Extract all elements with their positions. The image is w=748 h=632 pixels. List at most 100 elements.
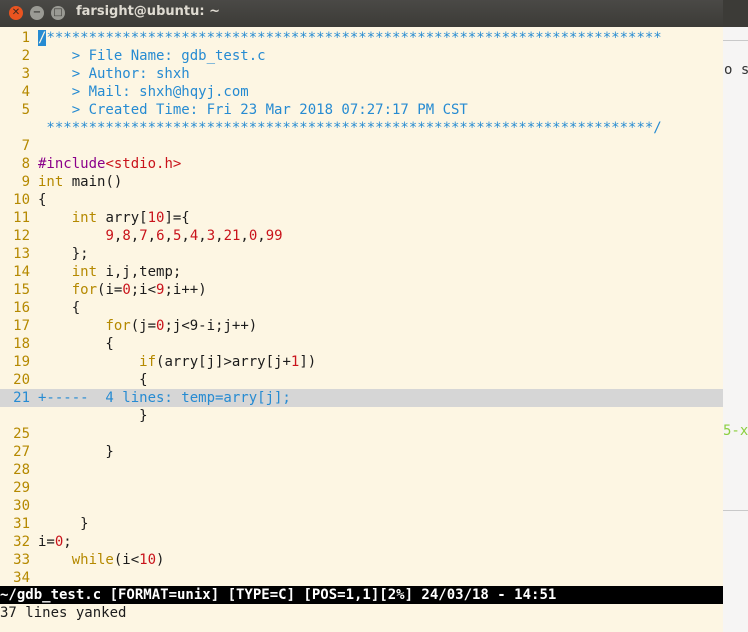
code-token: ;j<9-i;j++)	[164, 318, 258, 334]
code-line[interactable]: 5 > Created Time: Fri 23 Mar 2018 07:27:…	[0, 101, 723, 119]
code-token: 8	[122, 228, 131, 244]
line-code: /***************************************…	[38, 30, 662, 46]
code-token: int	[71, 264, 98, 280]
line-code: };	[38, 246, 89, 262]
code-line[interactable]: 2 > File Name: gdb_test.c	[0, 47, 723, 65]
code-line[interactable]: 33 while(i<10)	[0, 551, 723, 569]
code-line[interactable]: 7	[0, 137, 723, 155]
line-code: if(arry[j]>arry[j+1])	[38, 354, 316, 370]
code-line[interactable]: 27 }	[0, 443, 723, 461]
window-title: farsight@ubuntu: ~	[76, 4, 220, 19]
line-number: 14	[13, 264, 30, 280]
divider	[723, 40, 748, 41]
code-line[interactable]: 8 #include<stdio.h>	[0, 155, 723, 173]
folded-line[interactable]: 21 +----- 4 lines: temp=arry[j];	[0, 389, 723, 407]
code-line[interactable]: 12 9,8,7,6,5,4,3,21,0,99	[0, 227, 723, 245]
code-line[interactable]: 20 {	[0, 371, 723, 389]
line-number: 30	[13, 498, 30, 514]
code-token: for	[105, 318, 131, 334]
code-token: {	[38, 300, 81, 316]
line-number: 1	[21, 30, 30, 46]
code-token: ,	[257, 228, 266, 244]
background-window-titlebar	[723, 0, 748, 27]
line-number: 32	[13, 534, 30, 550]
close-window-button[interactable]: ✕	[9, 6, 23, 20]
code-line[interactable]: 34	[0, 569, 723, 587]
code-line[interactable]: 25	[0, 425, 723, 443]
code-line[interactable]: 17 for(j=0;j<9-i;j++)	[0, 317, 723, 335]
code-token: 0	[122, 282, 131, 298]
code-line[interactable]: 28	[0, 461, 723, 479]
vim-editor[interactable]: 1 /**************************************…	[0, 27, 723, 632]
code-line[interactable]: ****************************************…	[0, 119, 723, 137]
code-token: 7	[139, 228, 148, 244]
code-line[interactable]: 3 > Author: shxh	[0, 65, 723, 83]
line-code: > File Name: gdb_test.c	[38, 48, 266, 64]
code-token: ]={	[164, 210, 190, 226]
code-line[interactable]: 14 int i,j,temp;	[0, 263, 723, 281]
code-token: }	[38, 444, 114, 460]
line-number: 31	[13, 516, 30, 532]
code-token: (j=	[130, 318, 157, 334]
code-token: <stdio.h>	[105, 156, 182, 172]
code-token: ;	[63, 534, 72, 550]
code-line[interactable]: 9 int main()	[0, 173, 723, 191]
line-number: 3	[21, 66, 30, 82]
code-line[interactable]: 10 {	[0, 191, 723, 209]
code-line[interactable]: 32 i=0;	[0, 533, 723, 551]
minimize-window-button[interactable]: −	[30, 6, 44, 20]
line-number: 25	[13, 426, 30, 442]
code-line[interactable]: 18 {	[0, 335, 723, 353]
line-code: ****************************************…	[38, 120, 661, 136]
window-title-bar[interactable]: ✕ − □ farsight@ubuntu: ~	[0, 0, 723, 27]
code-token: arry[	[97, 210, 148, 226]
line-number: 18	[13, 336, 30, 352]
line-number: 34	[13, 570, 30, 586]
line-number: 5	[21, 102, 30, 118]
code-line[interactable]: 4 > Mail: shxh@hqyj.com	[0, 83, 723, 101]
line-number: 15	[13, 282, 30, 298]
line-number: 10	[13, 192, 30, 208]
code-line[interactable]: 15 for(i=0;i<9;i++)	[0, 281, 723, 299]
code-token: ****************************************…	[46, 30, 662, 46]
line-code: {	[38, 300, 80, 316]
command-line[interactable]: 37 lines yanked	[0, 604, 723, 622]
line-code: +----- 4 lines: temp=arry[j];	[38, 390, 291, 406]
code-token: 4	[189, 228, 199, 244]
code-token: ,	[215, 228, 224, 244]
line-number: 12	[13, 228, 30, 244]
line-code: while(i<10)	[38, 552, 165, 568]
line-code: int i,j,temp;	[38, 264, 182, 280]
line-number: 21	[13, 390, 30, 406]
code-token: {	[38, 372, 148, 388]
code-line[interactable]: 16 {	[0, 299, 723, 317]
code-token: i=	[38, 534, 55, 550]
code-line[interactable]: }	[0, 407, 723, 425]
code-line[interactable]: 13 };	[0, 245, 723, 263]
line-number: 2	[21, 48, 30, 64]
line-number: 33	[13, 552, 30, 568]
code-line[interactable]: 11 int arry[10]={	[0, 209, 723, 227]
line-code: 9,8,7,6,5,4,3,21,0,99	[38, 228, 282, 244]
line-code: int main()	[38, 174, 122, 190]
code-line[interactable]: 30	[0, 497, 723, 515]
code-line[interactable]: 29	[0, 479, 723, 497]
code-token: ,	[130, 228, 140, 244]
code-token: 10	[147, 210, 165, 226]
code-line[interactable]: 19 if(arry[j]>arry[j+1])	[0, 353, 723, 371]
code-token: 21	[223, 228, 241, 244]
code-line[interactable]: 31 }	[0, 515, 723, 533]
line-code: > Created Time: Fri 23 Mar 2018 07:27:17…	[38, 102, 468, 118]
code-token: for	[71, 282, 98, 298]
background-window[interactable]: o s 5-x	[723, 0, 748, 632]
maximize-window-button[interactable]: □	[51, 6, 65, 20]
line-code: }	[38, 444, 114, 460]
code-line[interactable]: 1 /**************************************…	[0, 29, 723, 47]
code-token: ,	[147, 228, 157, 244]
line-number: 16	[13, 300, 30, 316]
line-code: for(i=0;i<9;i++)	[38, 282, 207, 298]
